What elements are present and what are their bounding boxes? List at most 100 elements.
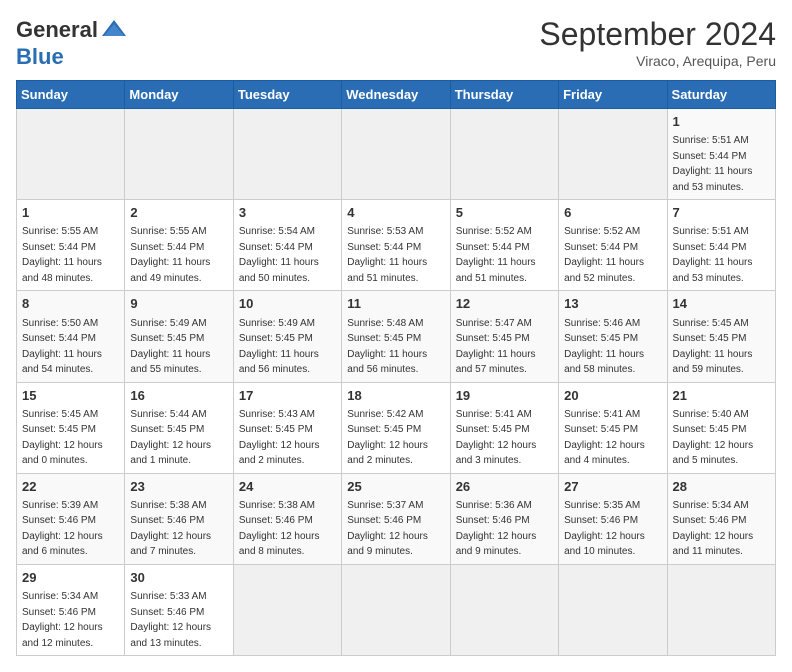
calendar-cell <box>233 109 341 200</box>
day-info: Sunrise: 5:41 AMSunset: 5:45 PMDaylight:… <box>456 409 537 467</box>
calendar-cell <box>559 109 667 200</box>
calendar-cell: 15 Sunrise: 5:45 AMSunset: 5:45 PMDaylig… <box>17 382 125 473</box>
day-info: Sunrise: 5:54 AMSunset: 5:44 PMDaylight:… <box>239 226 319 284</box>
day-number: 4 <box>347 204 444 222</box>
calendar-cell: 23 Sunrise: 5:38 AMSunset: 5:46 PMDaylig… <box>125 473 233 564</box>
day-number: 17 <box>239 387 336 405</box>
day-info: Sunrise: 5:44 AMSunset: 5:45 PMDaylight:… <box>130 409 211 467</box>
day-number: 18 <box>347 387 444 405</box>
logo-general-text: General <box>16 17 98 43</box>
calendar-cell <box>233 564 341 655</box>
day-info: Sunrise: 5:34 AMSunset: 5:46 PMDaylight:… <box>673 500 754 558</box>
calendar-cell: 7 Sunrise: 5:51 AMSunset: 5:44 PMDayligh… <box>667 200 775 291</box>
calendar-cell <box>667 564 775 655</box>
day-number: 6 <box>564 204 661 222</box>
calendar-cell: 19 Sunrise: 5:41 AMSunset: 5:45 PMDaylig… <box>450 382 558 473</box>
calendar-cell: 27 Sunrise: 5:35 AMSunset: 5:46 PMDaylig… <box>559 473 667 564</box>
day-info: Sunrise: 5:36 AMSunset: 5:46 PMDaylight:… <box>456 500 537 558</box>
day-info: Sunrise: 5:51 AMSunset: 5:44 PMDaylight:… <box>673 135 753 193</box>
day-number: 5 <box>456 204 553 222</box>
day-number: 1 <box>673 113 770 131</box>
calendar-cell: 20 Sunrise: 5:41 AMSunset: 5:45 PMDaylig… <box>559 382 667 473</box>
calendar-week-4: 15 Sunrise: 5:45 AMSunset: 5:45 PMDaylig… <box>17 382 776 473</box>
calendar-cell: 3 Sunrise: 5:54 AMSunset: 5:44 PMDayligh… <box>233 200 341 291</box>
day-number: 28 <box>673 478 770 496</box>
day-number: 27 <box>564 478 661 496</box>
day-number: 22 <box>22 478 119 496</box>
day-number: 11 <box>347 295 444 313</box>
day-info: Sunrise: 5:35 AMSunset: 5:46 PMDaylight:… <box>564 500 645 558</box>
day-number: 30 <box>130 569 227 587</box>
day-header-tuesday: Tuesday <box>233 81 341 109</box>
day-info: Sunrise: 5:45 AMSunset: 5:45 PMDaylight:… <box>22 409 103 467</box>
calendar-cell: 5 Sunrise: 5:52 AMSunset: 5:44 PMDayligh… <box>450 200 558 291</box>
day-info: Sunrise: 5:49 AMSunset: 5:45 PMDaylight:… <box>130 318 210 376</box>
day-number: 9 <box>130 295 227 313</box>
day-number: 26 <box>456 478 553 496</box>
calendar-cell: 13 Sunrise: 5:46 AMSunset: 5:45 PMDaylig… <box>559 291 667 382</box>
day-info: Sunrise: 5:49 AMSunset: 5:45 PMDaylight:… <box>239 318 319 376</box>
day-number: 2 <box>130 204 227 222</box>
day-info: Sunrise: 5:34 AMSunset: 5:46 PMDaylight:… <box>22 591 103 649</box>
day-info: Sunrise: 5:38 AMSunset: 5:46 PMDaylight:… <box>239 500 320 558</box>
calendar-week-1: 1 Sunrise: 5:51 AMSunset: 5:44 PMDayligh… <box>17 109 776 200</box>
calendar-week-6: 29 Sunrise: 5:34 AMSunset: 5:46 PMDaylig… <box>17 564 776 655</box>
calendar-cell: 25 Sunrise: 5:37 AMSunset: 5:46 PMDaylig… <box>342 473 450 564</box>
logo: General Blue <box>16 16 128 70</box>
calendar-cell: 14 Sunrise: 5:45 AMSunset: 5:45 PMDaylig… <box>667 291 775 382</box>
calendar-cell: 1 Sunrise: 5:51 AMSunset: 5:44 PMDayligh… <box>667 109 775 200</box>
calendar-cell: 21 Sunrise: 5:40 AMSunset: 5:45 PMDaylig… <box>667 382 775 473</box>
day-info: Sunrise: 5:47 AMSunset: 5:45 PMDaylight:… <box>456 318 536 376</box>
day-info: Sunrise: 5:45 AMSunset: 5:45 PMDaylight:… <box>673 318 753 376</box>
day-info: Sunrise: 5:39 AMSunset: 5:46 PMDaylight:… <box>22 500 103 558</box>
day-info: Sunrise: 5:52 AMSunset: 5:44 PMDaylight:… <box>456 226 536 284</box>
calendar-cell: 30 Sunrise: 5:33 AMSunset: 5:46 PMDaylig… <box>125 564 233 655</box>
day-info: Sunrise: 5:55 AMSunset: 5:44 PMDaylight:… <box>130 226 210 284</box>
calendar-cell: 16 Sunrise: 5:44 AMSunset: 5:45 PMDaylig… <box>125 382 233 473</box>
day-number: 12 <box>456 295 553 313</box>
day-info: Sunrise: 5:37 AMSunset: 5:46 PMDaylight:… <box>347 500 428 558</box>
calendar-cell: 28 Sunrise: 5:34 AMSunset: 5:46 PMDaylig… <box>667 473 775 564</box>
calendar-cell <box>17 109 125 200</box>
calendar-cell: 24 Sunrise: 5:38 AMSunset: 5:46 PMDaylig… <box>233 473 341 564</box>
calendar-header-row: SundayMondayTuesdayWednesdayThursdayFrid… <box>17 81 776 109</box>
day-number: 16 <box>130 387 227 405</box>
day-number: 25 <box>347 478 444 496</box>
calendar-cell: 8 Sunrise: 5:50 AMSunset: 5:44 PMDayligh… <box>17 291 125 382</box>
calendar-cell: 18 Sunrise: 5:42 AMSunset: 5:45 PMDaylig… <box>342 382 450 473</box>
month-title: September 2024 <box>539 16 776 53</box>
calendar-cell: 22 Sunrise: 5:39 AMSunset: 5:46 PMDaylig… <box>17 473 125 564</box>
calendar-cell: 9 Sunrise: 5:49 AMSunset: 5:45 PMDayligh… <box>125 291 233 382</box>
calendar-cell: 2 Sunrise: 5:55 AMSunset: 5:44 PMDayligh… <box>125 200 233 291</box>
calendar-cell: 11 Sunrise: 5:48 AMSunset: 5:45 PMDaylig… <box>342 291 450 382</box>
day-number: 14 <box>673 295 770 313</box>
calendar-week-5: 22 Sunrise: 5:39 AMSunset: 5:46 PMDaylig… <box>17 473 776 564</box>
day-info: Sunrise: 5:50 AMSunset: 5:44 PMDaylight:… <box>22 318 102 376</box>
day-info: Sunrise: 5:33 AMSunset: 5:46 PMDaylight:… <box>130 591 211 649</box>
calendar-cell <box>450 109 558 200</box>
day-number: 29 <box>22 569 119 587</box>
day-info: Sunrise: 5:40 AMSunset: 5:45 PMDaylight:… <box>673 409 754 467</box>
logo-blue-text: Blue <box>16 44 64 70</box>
day-info: Sunrise: 5:53 AMSunset: 5:44 PMDaylight:… <box>347 226 427 284</box>
calendar-cell <box>450 564 558 655</box>
calendar-cell <box>342 109 450 200</box>
calendar-week-2: 1 Sunrise: 5:55 AMSunset: 5:44 PMDayligh… <box>17 200 776 291</box>
day-number: 8 <box>22 295 119 313</box>
day-header-monday: Monday <box>125 81 233 109</box>
day-number: 21 <box>673 387 770 405</box>
day-info: Sunrise: 5:41 AMSunset: 5:45 PMDaylight:… <box>564 409 645 467</box>
day-info: Sunrise: 5:51 AMSunset: 5:44 PMDaylight:… <box>673 226 753 284</box>
day-number: 13 <box>564 295 661 313</box>
calendar-table: SundayMondayTuesdayWednesdayThursdayFrid… <box>16 80 776 656</box>
day-number: 15 <box>22 387 119 405</box>
title-block: September 2024 Viraco, Arequipa, Peru <box>539 16 776 69</box>
day-number: 1 <box>22 204 119 222</box>
calendar-cell: 29 Sunrise: 5:34 AMSunset: 5:46 PMDaylig… <box>17 564 125 655</box>
day-number: 19 <box>456 387 553 405</box>
day-info: Sunrise: 5:55 AMSunset: 5:44 PMDaylight:… <box>22 226 102 284</box>
location-subtitle: Viraco, Arequipa, Peru <box>539 53 776 69</box>
calendar-cell <box>125 109 233 200</box>
day-header-wednesday: Wednesday <box>342 81 450 109</box>
day-number: 24 <box>239 478 336 496</box>
